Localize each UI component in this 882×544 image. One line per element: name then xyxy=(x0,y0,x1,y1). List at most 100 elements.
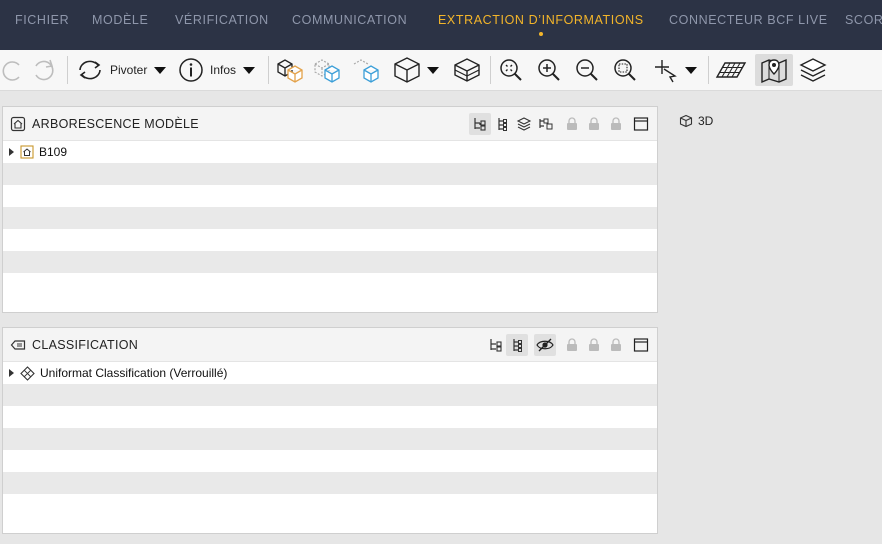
cube-icon xyxy=(394,57,420,83)
tree-row-label: B109 xyxy=(39,145,68,159)
classification-tag-icon xyxy=(10,337,26,353)
map-pin-icon xyxy=(761,58,787,84)
menu-connecteur-bcf-live[interactable]: CONNECTEUR BCF LIVE xyxy=(669,13,828,27)
cube-small-icon xyxy=(679,114,693,128)
tree-row-b109[interactable]: B109 xyxy=(3,141,657,163)
tree-empty-row xyxy=(3,229,657,251)
tree-structure-icon xyxy=(474,118,486,131)
zoom-out-icon xyxy=(576,59,598,81)
building-icon xyxy=(20,145,34,159)
view-3d-label: 3D xyxy=(698,114,714,128)
show-objects-button[interactable] xyxy=(273,54,307,86)
zoom-out-button[interactable] xyxy=(571,54,603,86)
zoom-fit-button[interactable] xyxy=(495,54,527,86)
zoom-fit-icon xyxy=(500,59,522,81)
classification-row-uniformat[interactable]: Uniformat Classification (Verrouillé) xyxy=(3,362,657,384)
menu-modele[interactable]: MODÈLE xyxy=(92,13,148,27)
grid-floor-button[interactable] xyxy=(713,54,749,86)
toolbar-separator xyxy=(490,56,491,84)
active-indicator xyxy=(538,32,543,36)
zoom-in-button[interactable] xyxy=(533,54,565,86)
classification-title: CLASSIFICATION xyxy=(32,337,139,352)
classification-tree-button[interactable] xyxy=(485,334,507,356)
cubes-orange-icon xyxy=(277,59,303,83)
tree-list-icon xyxy=(513,339,522,352)
view-mode-button[interactable] xyxy=(389,54,443,86)
lock-icon xyxy=(611,338,621,351)
tree-view-spatial-button[interactable] xyxy=(469,113,491,135)
tree-structure-icon xyxy=(490,339,502,352)
redo-icon xyxy=(35,59,54,81)
expand-caret-icon[interactable] xyxy=(9,369,14,377)
tree-view-layers-button[interactable] xyxy=(513,113,535,135)
window-maximize-icon xyxy=(633,338,649,352)
classification-list: Uniformat Classification (Verrouillé) xyxy=(3,362,657,516)
maximize-panel-button[interactable] xyxy=(630,113,652,135)
view-3d-tab[interactable]: 3D xyxy=(679,114,713,128)
layers-button[interactable] xyxy=(796,54,830,86)
classification-empty-row xyxy=(3,406,657,428)
classification-header: CLASSIFICATION xyxy=(3,328,657,362)
tree-view-list-button[interactable] xyxy=(491,113,513,135)
toolbar-separator xyxy=(708,56,709,84)
tree-empty-row xyxy=(3,207,657,229)
layers-icon xyxy=(799,58,827,82)
rotate-label: Pivoter xyxy=(110,63,148,77)
undo-icon xyxy=(2,61,20,81)
info-label: Infos xyxy=(210,63,237,77)
zoom-window-icon xyxy=(614,59,636,81)
tree-view-groups-button[interactable] xyxy=(535,113,557,135)
zoom-window-button[interactable] xyxy=(609,54,641,86)
classification-empty-row xyxy=(3,428,657,450)
classification-list-button[interactable] xyxy=(506,334,528,356)
classification-system-icon xyxy=(20,365,35,381)
chevron-down-icon xyxy=(154,67,167,74)
undo-button[interactable] xyxy=(0,54,24,86)
model-tree-header: ARBORESCENCE MODÈLE xyxy=(3,107,657,141)
isolate-objects-button[interactable] xyxy=(349,54,383,86)
model-tree-list: B109 xyxy=(3,141,657,295)
cursor-pick-icon xyxy=(655,60,677,83)
model-tree-panel: ARBORESCENCE MODÈLE B109 xyxy=(2,106,658,313)
menu-scori[interactable]: SCORI xyxy=(845,13,882,27)
hierarchy-house-icon xyxy=(10,116,26,132)
classification-empty-row xyxy=(3,494,657,516)
cube-blue-dashed-icon xyxy=(353,59,379,83)
lock-icon xyxy=(567,338,577,351)
tree-empty-row xyxy=(3,185,657,207)
lock-button-3[interactable] xyxy=(605,334,627,356)
info-button[interactable]: Infos xyxy=(178,54,262,86)
expand-caret-icon[interactable] xyxy=(9,148,14,156)
info-icon xyxy=(179,58,203,82)
lock-button-1[interactable] xyxy=(561,334,583,356)
lock-button-1[interactable] xyxy=(561,113,583,135)
menu-extraction-informations[interactable]: EXTRACTION D’INFORMATIONS xyxy=(438,13,644,36)
pick-tool-button[interactable] xyxy=(648,54,702,86)
toolbar-separator xyxy=(268,56,269,84)
stack-layers-icon xyxy=(516,117,532,131)
toolbar-separator xyxy=(67,56,68,84)
redo-button[interactable] xyxy=(28,54,60,86)
lock-icon xyxy=(589,338,599,351)
classification-empty-row xyxy=(3,384,657,406)
classification-empty-row xyxy=(3,450,657,472)
transparent-objects-button[interactable] xyxy=(310,54,344,86)
lock-icon xyxy=(589,117,599,130)
maximize-panel-button[interactable] xyxy=(630,334,652,356)
lock-icon xyxy=(567,117,577,130)
section-box-button[interactable] xyxy=(450,54,484,86)
visibility-toggle-button[interactable] xyxy=(534,334,556,356)
section-box-icon xyxy=(454,58,480,82)
lock-button-3[interactable] xyxy=(605,113,627,135)
lock-button-2[interactable] xyxy=(583,334,605,356)
lock-button-2[interactable] xyxy=(583,113,605,135)
menu-fichier[interactable]: FICHIER xyxy=(15,13,69,27)
map-location-button[interactable] xyxy=(755,54,793,86)
rotate-button[interactable]: Pivoter xyxy=(76,54,168,86)
menu-verification[interactable]: VÉRIFICATION xyxy=(175,13,269,27)
eye-off-icon xyxy=(536,338,554,352)
classification-panel: CLASSIFICATION Uniformat Classification … xyxy=(2,327,658,534)
chevron-down-icon xyxy=(685,67,697,74)
tree-empty-row xyxy=(3,273,657,295)
menu-communication[interactable]: COMMUNICATION xyxy=(292,13,407,27)
